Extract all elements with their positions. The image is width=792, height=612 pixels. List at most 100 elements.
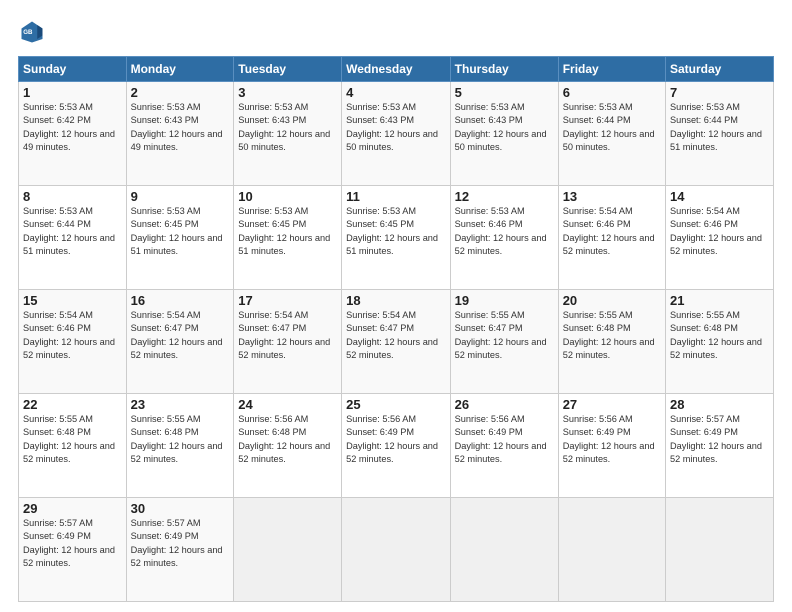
- calendar-cell: 15 Sunrise: 5:54 AMSunset: 6:46 PMDayligh…: [19, 290, 127, 394]
- cell-text: Sunrise: 5:54 AMSunset: 6:47 PMDaylight:…: [238, 310, 330, 360]
- cell-text: Sunrise: 5:53 AMSunset: 6:44 PMDaylight:…: [563, 102, 655, 152]
- col-header-sunday: Sunday: [19, 57, 127, 82]
- day-number: 5: [455, 85, 554, 100]
- week-row-4: 22 Sunrise: 5:55 AMSunset: 6:48 PMDayligh…: [19, 394, 774, 498]
- calendar-cell: 10Sunrise: 5:53 AMSunset: 6:45 PMDayligh…: [234, 186, 342, 290]
- calendar-cell: 1 Sunrise: 5:53 AMSunset: 6:42 PMDaylight…: [19, 82, 127, 186]
- day-number: 21: [670, 293, 769, 308]
- calendar-cell: 16Sunrise: 5:54 AMSunset: 6:47 PMDayligh…: [126, 290, 234, 394]
- calendar-cell: 7 Sunrise: 5:53 AMSunset: 6:44 PMDaylight…: [666, 82, 774, 186]
- week-row-2: 8Sunrise: 5:53 AMSunset: 6:44 PMDaylight…: [19, 186, 774, 290]
- cell-text: Sunrise: 5:53 AMSunset: 6:45 PMDaylight:…: [131, 206, 223, 256]
- calendar-cell: 23 Sunrise: 5:55 AMSunset: 6:48 PMDayligh…: [126, 394, 234, 498]
- cell-text: Sunrise: 5:57 AMSunset: 6:49 PMDaylight:…: [670, 414, 762, 464]
- col-header-wednesday: Wednesday: [342, 57, 451, 82]
- cell-text: Sunrise: 5:56 AMSunset: 6:48 PMDaylight:…: [238, 414, 330, 464]
- day-number: 17: [238, 293, 337, 308]
- calendar-cell: [342, 498, 451, 602]
- day-number: 27: [563, 397, 661, 412]
- day-number: 28: [670, 397, 769, 412]
- calendar-cell: 21 Sunrise: 5:55 AMSunset: 6:48 PMDayligh…: [666, 290, 774, 394]
- cell-text: Sunrise: 5:54 AMSunset: 6:47 PMDaylight:…: [346, 310, 438, 360]
- cell-text: Sunrise: 5:54 AMSunset: 6:46 PMDaylight:…: [563, 206, 655, 256]
- day-number: 26: [455, 397, 554, 412]
- cell-text: Sunrise: 5:54 AMSunset: 6:46 PMDaylight:…: [23, 310, 115, 360]
- day-number: 19: [455, 293, 554, 308]
- day-number: 11: [346, 189, 446, 204]
- day-number: 2: [131, 85, 230, 100]
- svg-text:GB: GB: [23, 29, 33, 36]
- cell-text: Sunrise: 5:55 AMSunset: 6:48 PMDaylight:…: [131, 414, 223, 464]
- calendar-cell: 25 Sunrise: 5:56 AMSunset: 6:49 PMDayligh…: [342, 394, 451, 498]
- calendar-cell: 27 Sunrise: 5:56 AMSunset: 6:49 PMDayligh…: [558, 394, 665, 498]
- calendar-cell: [450, 498, 558, 602]
- calendar-cell: 14Sunrise: 5:54 AMSunset: 6:46 PMDayligh…: [666, 186, 774, 290]
- day-number: 10: [238, 189, 337, 204]
- day-number: 22: [23, 397, 122, 412]
- calendar-cell: 11 Sunrise: 5:53 AMSunset: 6:45 PMDayligh…: [342, 186, 451, 290]
- day-number: 18: [346, 293, 446, 308]
- cell-text: Sunrise: 5:53 AMSunset: 6:43 PMDaylight:…: [455, 102, 547, 152]
- col-header-friday: Friday: [558, 57, 665, 82]
- day-number: 7: [670, 85, 769, 100]
- calendar-cell: 2 Sunrise: 5:53 AMSunset: 6:43 PMDaylight…: [126, 82, 234, 186]
- calendar-cell: [558, 498, 665, 602]
- calendar-cell: 17 Sunrise: 5:54 AMSunset: 6:47 PMDayligh…: [234, 290, 342, 394]
- week-row-5: 29 Sunrise: 5:57 AMSunset: 6:49 PMDayligh…: [19, 498, 774, 602]
- calendar-cell: 5 Sunrise: 5:53 AMSunset: 6:43 PMDaylight…: [450, 82, 558, 186]
- calendar-cell: 6Sunrise: 5:53 AMSunset: 6:44 PMDaylight…: [558, 82, 665, 186]
- cell-text: Sunrise: 5:57 AMSunset: 6:49 PMDaylight:…: [23, 518, 115, 568]
- day-number: 3: [238, 85, 337, 100]
- cell-text: Sunrise: 5:53 AMSunset: 6:44 PMDaylight:…: [23, 206, 115, 256]
- cell-text: Sunrise: 5:53 AMSunset: 6:46 PMDaylight:…: [455, 206, 547, 256]
- calendar-cell: 3 Sunrise: 5:53 AMSunset: 6:43 PMDaylight…: [234, 82, 342, 186]
- cell-text: Sunrise: 5:55 AMSunset: 6:48 PMDaylight:…: [670, 310, 762, 360]
- cell-text: Sunrise: 5:53 AMSunset: 6:42 PMDaylight:…: [23, 102, 115, 152]
- cell-text: Sunrise: 5:54 AMSunset: 6:47 PMDaylight:…: [131, 310, 223, 360]
- page: GB SundayMondayTuesdayWednesdayThursdayF…: [0, 0, 792, 612]
- day-number: 24: [238, 397, 337, 412]
- calendar-cell: 29 Sunrise: 5:57 AMSunset: 6:49 PMDayligh…: [19, 498, 127, 602]
- week-row-1: 1 Sunrise: 5:53 AMSunset: 6:42 PMDaylight…: [19, 82, 774, 186]
- day-number: 15: [23, 293, 122, 308]
- day-number: 25: [346, 397, 446, 412]
- cell-text: Sunrise: 5:53 AMSunset: 6:43 PMDaylight:…: [346, 102, 438, 152]
- calendar-cell: 12 Sunrise: 5:53 AMSunset: 6:46 PMDayligh…: [450, 186, 558, 290]
- cell-text: Sunrise: 5:54 AMSunset: 6:46 PMDaylight:…: [670, 206, 762, 256]
- cell-text: Sunrise: 5:56 AMSunset: 6:49 PMDaylight:…: [455, 414, 547, 464]
- day-number: 20: [563, 293, 661, 308]
- calendar-cell: 4 Sunrise: 5:53 AMSunset: 6:43 PMDaylight…: [342, 82, 451, 186]
- calendar-cell: 18 Sunrise: 5:54 AMSunset: 6:47 PMDayligh…: [342, 290, 451, 394]
- calendar-cell: [666, 498, 774, 602]
- cell-text: Sunrise: 5:53 AMSunset: 6:44 PMDaylight:…: [670, 102, 762, 152]
- calendar-cell: 20 Sunrise: 5:55 AMSunset: 6:48 PMDayligh…: [558, 290, 665, 394]
- calendar-cell: 30Sunrise: 5:57 AMSunset: 6:49 PMDayligh…: [126, 498, 234, 602]
- col-header-monday: Monday: [126, 57, 234, 82]
- col-header-thursday: Thursday: [450, 57, 558, 82]
- calendar-cell: 9 Sunrise: 5:53 AMSunset: 6:45 PMDaylight…: [126, 186, 234, 290]
- calendar-cell: 8Sunrise: 5:53 AMSunset: 6:44 PMDaylight…: [19, 186, 127, 290]
- day-number: 4: [346, 85, 446, 100]
- cell-text: Sunrise: 5:57 AMSunset: 6:49 PMDaylight:…: [131, 518, 223, 568]
- cell-text: Sunrise: 5:56 AMSunset: 6:49 PMDaylight:…: [346, 414, 438, 464]
- logo: GB: [18, 18, 50, 46]
- cell-text: Sunrise: 5:53 AMSunset: 6:43 PMDaylight:…: [131, 102, 223, 152]
- calendar-cell: 28 Sunrise: 5:57 AMSunset: 6:49 PMDayligh…: [666, 394, 774, 498]
- day-number: 9: [131, 189, 230, 204]
- calendar-cell: 24 Sunrise: 5:56 AMSunset: 6:48 PMDayligh…: [234, 394, 342, 498]
- calendar-cell: 26 Sunrise: 5:56 AMSunset: 6:49 PMDayligh…: [450, 394, 558, 498]
- day-number: 1: [23, 85, 122, 100]
- day-number: 23: [131, 397, 230, 412]
- cell-text: Sunrise: 5:55 AMSunset: 6:48 PMDaylight:…: [563, 310, 655, 360]
- day-number: 12: [455, 189, 554, 204]
- cell-text: Sunrise: 5:53 AMSunset: 6:43 PMDaylight:…: [238, 102, 330, 152]
- calendar-cell: 13 Sunrise: 5:54 AMSunset: 6:46 PMDayligh…: [558, 186, 665, 290]
- header: GB: [18, 18, 774, 46]
- week-row-3: 15 Sunrise: 5:54 AMSunset: 6:46 PMDayligh…: [19, 290, 774, 394]
- logo-icon: GB: [18, 18, 46, 46]
- day-number: 29: [23, 501, 122, 516]
- cell-text: Sunrise: 5:56 AMSunset: 6:49 PMDaylight:…: [563, 414, 655, 464]
- day-number: 13: [563, 189, 661, 204]
- cell-text: Sunrise: 5:53 AMSunset: 6:45 PMDaylight:…: [346, 206, 438, 256]
- calendar-cell: [234, 498, 342, 602]
